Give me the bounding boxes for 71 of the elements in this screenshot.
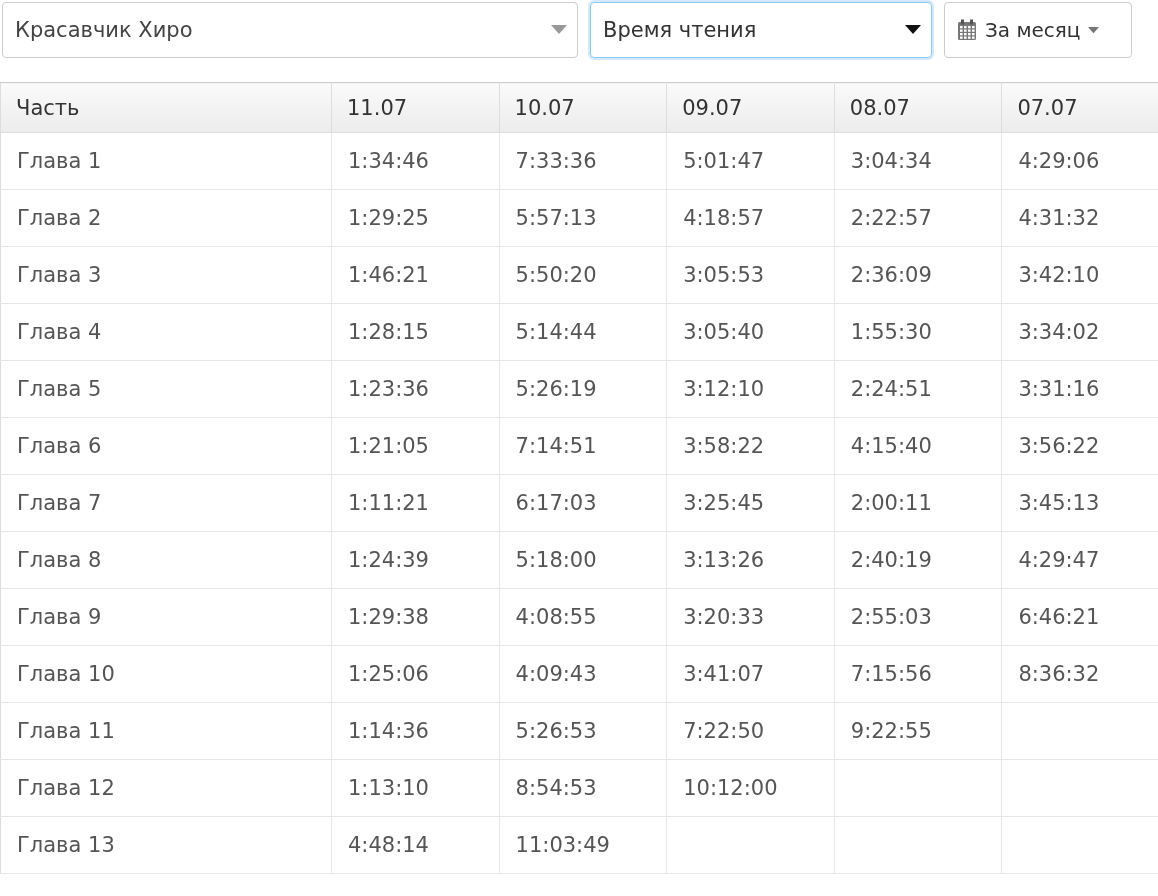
table-cell: 1:24:39: [331, 531, 500, 589]
column-header: 08.07: [834, 82, 1002, 133]
column-header: 11.07: [331, 82, 500, 133]
table-cell: Глава 4: [0, 303, 332, 361]
table-cell: 1:29:38: [331, 588, 500, 646]
table-cell: Глава 3: [0, 246, 332, 304]
table-cell: Глава 12: [0, 759, 332, 817]
table-cell: 1:25:06: [331, 645, 500, 703]
column-header: 10.07: [499, 82, 667, 133]
table-cell: 1:13:10: [331, 759, 500, 817]
period-button[interactable]: За месяц: [944, 2, 1132, 58]
table-cell: 3:12:10: [666, 360, 835, 418]
table-cell: 4:09:43: [499, 645, 667, 703]
table-cell: 1:21:05: [331, 417, 500, 475]
table-cell: 1:34:46: [331, 132, 500, 190]
table-cell: 3:04:34: [834, 132, 1002, 190]
dropdown[interactable]: Красавчик Хиро: [2, 2, 578, 58]
dropdown[interactable]: Время чтения: [590, 2, 932, 58]
table-cell: 4:18:57: [666, 189, 835, 247]
column-header: 09.07: [666, 82, 835, 133]
table-cell: 2:22:57: [834, 189, 1002, 247]
table-cell: 7:22:50: [666, 702, 835, 760]
table-cell: 1:11:21: [331, 474, 500, 532]
table-cell: 1:28:15: [331, 303, 500, 361]
table-cell: 5:50:20: [499, 246, 667, 304]
column-header: Часть: [0, 82, 332, 133]
table-cell: 8:54:53: [499, 759, 667, 817]
table-cell: Глава 11: [0, 702, 332, 760]
table-cell: 5:14:44: [499, 303, 667, 361]
table-cell: 3:25:45: [666, 474, 835, 532]
table-cell: 2:24:51: [834, 360, 1002, 418]
table-cell: 3:41:07: [666, 645, 835, 703]
table-cell: 7:15:56: [834, 645, 1002, 703]
table-cell: 2:00:11: [834, 474, 1002, 532]
table-cell: 9:22:55: [834, 702, 1002, 760]
table-cell: 4:15:40: [834, 417, 1002, 475]
table-cell: 3:20:33: [666, 588, 835, 646]
table-cell: Глава 5: [0, 360, 332, 418]
table-cell: 11:03:49: [499, 816, 667, 874]
table-cell: Глава 10: [0, 645, 332, 703]
table-cell: 7:33:36: [499, 132, 667, 190]
table-cell: Глава 6: [0, 417, 332, 475]
table-cell: 1:14:36: [331, 702, 500, 760]
table-cell: 5:01:47: [666, 132, 835, 190]
table-cell: 1:29:25: [331, 189, 500, 247]
table-cell: Глава 13: [0, 816, 332, 874]
table-cell: 5:57:13: [499, 189, 667, 247]
table-cell: 7:14:51: [499, 417, 667, 475]
table-cell: 1:55:30: [834, 303, 1002, 361]
table-cell: 3:05:53: [666, 246, 835, 304]
table-cell: 10:12:00: [666, 759, 835, 817]
table-cell: 1:23:36: [331, 360, 500, 418]
table-cell: 1:46:21: [331, 246, 500, 304]
column-header: 07.07: [1001, 82, 1158, 133]
table-cell: 5:26:19: [499, 360, 667, 418]
table-cell: 4:48:14: [331, 816, 500, 874]
table-cell: 3:13:26: [666, 531, 835, 589]
table-cell: 4:08:55: [499, 588, 667, 646]
table-cell: 3:58:22: [666, 417, 835, 475]
table-cell: Глава 8: [0, 531, 332, 589]
table-cell: 2:55:03: [834, 588, 1002, 646]
table-cell: Глава 9: [0, 588, 332, 646]
table-cell: Глава 2: [0, 189, 332, 247]
table-cell: 5:18:00: [499, 531, 667, 589]
table-cell: 5:26:53: [499, 702, 667, 760]
table-cell: 2:40:19: [834, 531, 1002, 589]
table-cell: 6:17:03: [499, 474, 667, 532]
table-cell: Глава 1: [0, 132, 332, 190]
table-cell: 2:36:09: [834, 246, 1002, 304]
table-cell: Глава 7: [0, 474, 332, 532]
table-cell: 3:05:40: [666, 303, 835, 361]
